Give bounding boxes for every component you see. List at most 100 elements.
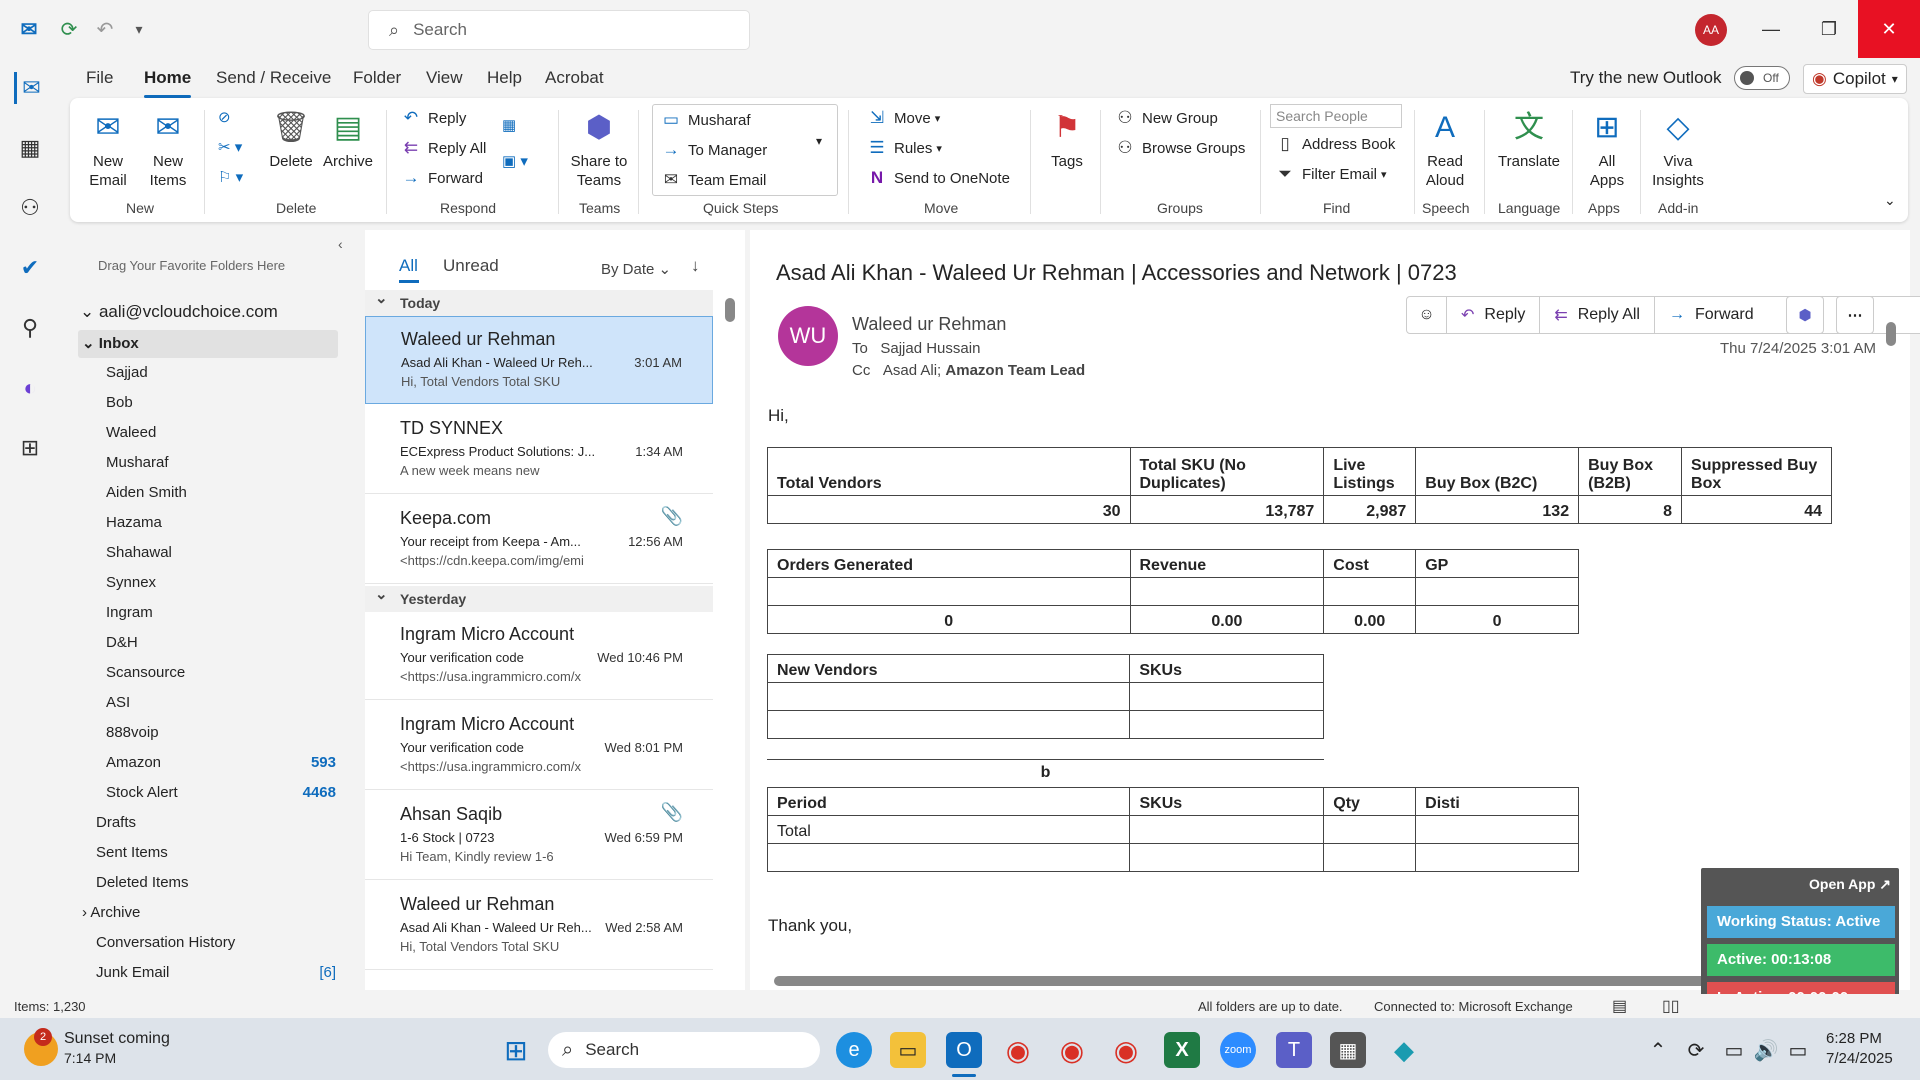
reply-button[interactable]: ↶ Reply (400, 108, 466, 128)
zoom-icon[interactable]: zoom (1220, 1032, 1256, 1068)
clock-time[interactable]: 6:28 PM (1826, 1030, 1882, 1047)
folder-waleed[interactable]: Waleed (106, 424, 156, 441)
outlook-taskbar-icon[interactable]: O (946, 1032, 982, 1068)
org-explorer-icon[interactable]: ⚲ (14, 312, 46, 344)
browse-groups-button[interactable]: ⚇ Browse Groups (1114, 138, 1245, 158)
share-to-teams-button[interactable]: ⬢ Share to Teams (566, 108, 632, 190)
folder-asi[interactable]: ASI (106, 694, 130, 711)
list-item[interactable]: Ingram Micro Account Your verification c… (365, 612, 713, 700)
minimize-button[interactable]: — (1740, 0, 1802, 58)
more-respond-icon[interactable]: ▣ ▾ (502, 152, 528, 170)
reply-all-button[interactable]: ⇇ Reply All (400, 138, 486, 158)
emoji-icon[interactable]: ☺ (1407, 297, 1447, 333)
folder-shahawal[interactable]: Shahawal (106, 544, 172, 561)
undo-icon[interactable]: ↶ (92, 16, 118, 42)
tags-button[interactable]: ⚑ Tags (1042, 108, 1092, 171)
reading-view-icon[interactable]: ▯▯ (1662, 996, 1680, 1016)
meeting-icon[interactable]: ▦ (502, 116, 516, 134)
folder-amazon[interactable]: Amazon 593 (106, 754, 346, 771)
sort-direction-icon[interactable]: ↓ (691, 256, 700, 276)
windows-start-icon[interactable]: ⊞ (498, 1032, 534, 1068)
new-group-button[interactable]: ⚇ New Group (1114, 108, 1218, 128)
restore-button[interactable]: ❐ (1798, 0, 1860, 58)
list-item[interactable]: Ahsan Saqib 📎 1-6 Stock | 0723 Hi Team, … (365, 792, 713, 880)
list-item[interactable]: Keepa.com 📎 Your receipt from Keepa - Am… (365, 496, 713, 584)
sync-icon[interactable]: ⟳ (56, 16, 82, 42)
close-button[interactable]: ✕ (1858, 0, 1920, 58)
menu-help[interactable]: Help (487, 68, 522, 88)
teams-taskbar-icon[interactable]: T (1276, 1032, 1312, 1068)
group-header-today[interactable]: Today (365, 286, 713, 316)
mail-icon[interactable]: ✉ (14, 72, 46, 104)
scrollbar-thumb[interactable] (774, 976, 1854, 986)
folder-dh[interactable]: D&H (106, 634, 138, 651)
quickstep-team-email[interactable]: ✉ Team Email (660, 170, 766, 190)
quickstep-musharaf[interactable]: ▭ Musharaf (660, 110, 751, 130)
folder-stock-alert[interactable]: Stock Alert 4468 (106, 784, 346, 801)
folder-sent-items[interactable]: Sent Items (96, 844, 168, 861)
reply-all-action-button[interactable]: ⇇ Reply All (1540, 297, 1655, 333)
folder-ingram[interactable]: Ingram (106, 604, 153, 621)
folder-archive[interactable]: › Archive (82, 904, 140, 921)
try-new-outlook-toggle[interactable]: Off (1734, 66, 1790, 90)
rules-button[interactable]: ☰ Rules ▾ (866, 138, 942, 158)
sender-name[interactable]: Waleed ur Rehman (852, 314, 1006, 335)
send-to-onenote-button[interactable]: N Send to OneNote (866, 168, 1010, 188)
move-button[interactable]: ⇲ Move ▾ (866, 108, 940, 128)
quick-steps-more-icon[interactable]: ▾ (816, 134, 822, 148)
message-list-scrollbar[interactable] (725, 290, 735, 990)
volume-icon[interactable]: 🔊 (1748, 1032, 1784, 1068)
quickstep-to-manager[interactable]: → To Manager (660, 140, 768, 160)
normal-view-icon[interactable]: ▤ (1612, 996, 1627, 1016)
forward-action-button[interactable]: → Forward (1655, 297, 1768, 333)
list-item[interactable]: Waleed ur Rehman Asad Ali Khan - Waleed … (365, 316, 713, 404)
menu-folder[interactable]: Folder (353, 68, 401, 88)
folder-deleted-items[interactable]: Deleted Items (96, 874, 189, 891)
menu-file[interactable]: File (86, 68, 113, 88)
more-apps-icon[interactable]: ⊞ (14, 432, 46, 464)
copilot-button[interactable]: ◉ Copilot ▾ (1803, 64, 1907, 94)
chrome-profile-2-icon[interactable]: ◉ (1054, 1032, 1090, 1068)
weather-title[interactable]: Sunset coming (64, 1030, 170, 1048)
junk-icon[interactable]: ⚐ ▾ (218, 168, 243, 186)
folder-junk-email[interactable]: Junk Email [6] (96, 964, 346, 981)
collapse-pane-icon[interactable]: ‹ (338, 236, 343, 252)
list-item[interactable]: Waleed ur Rehman Asad Ali Khan - Waleed … (365, 882, 713, 970)
viva-insights-button[interactable]: ◇ Viva Insights (1646, 108, 1710, 190)
read-aloud-button[interactable]: A Read Aloud (1420, 108, 1470, 190)
folder-sajjad[interactable]: Sajjad (106, 364, 148, 381)
battery-icon[interactable]: ▭ (1780, 1032, 1816, 1068)
sender-avatar[interactable]: WU (778, 306, 838, 366)
all-apps-button[interactable]: ⊞ All Apps (1580, 108, 1634, 190)
tab-unread[interactable]: Unread (443, 256, 499, 276)
scrollbar-thumb[interactable] (1886, 322, 1896, 346)
copilot-icon[interactable]: ◐ (14, 372, 46, 404)
file-explorer-icon[interactable]: ▭ (890, 1032, 926, 1068)
people-icon[interactable]: ⚇ (14, 192, 46, 224)
search-box[interactable]: ⌕ Search (368, 10, 750, 50)
list-item[interactable]: Ingram Micro Account Your verification c… (365, 702, 713, 790)
menu-view[interactable]: View (426, 68, 463, 88)
folder-bob[interactable]: Bob (106, 394, 133, 411)
filter-email-button[interactable]: ⏷ Filter Email ▾ (1274, 164, 1386, 184)
edge-icon[interactable]: e (836, 1032, 872, 1068)
list-item[interactable]: TD SYNNEX ECExpress Product Solutions: J… (365, 406, 713, 494)
scrollbar-thumb[interactable] (725, 298, 735, 322)
tab-all[interactable]: All (399, 256, 418, 276)
group-header-yesterday[interactable]: Yesterday (365, 582, 713, 612)
folder-scansource[interactable]: Scansource (106, 664, 185, 681)
collapse-ribbon-icon[interactable]: ⌄ (1884, 192, 1896, 209)
folder-aiden-smith[interactable]: Aiden Smith (106, 484, 187, 501)
calendar-icon[interactable]: ▦ (14, 132, 46, 164)
open-app-link[interactable]: Open App ↗ (1809, 876, 1891, 893)
todo-icon[interactable]: ✔ (14, 252, 46, 284)
app-icon[interactable]: ◆ (1386, 1032, 1422, 1068)
address-book-button[interactable]: ▯ Address Book (1274, 134, 1395, 154)
teams-share-icon[interactable]: ⬢ (1786, 296, 1824, 334)
folder-hazama[interactable]: Hazama (106, 514, 162, 531)
menu-send-receive[interactable]: Send / Receive (216, 68, 331, 88)
cc-recipient[interactable]: Asad Ali; (883, 362, 941, 379)
reply-action-button[interactable]: ↶ Reply (1447, 297, 1541, 333)
folder-synnex[interactable]: Synnex (106, 574, 156, 591)
clock-date[interactable]: 7/24/2025 (1826, 1050, 1893, 1067)
